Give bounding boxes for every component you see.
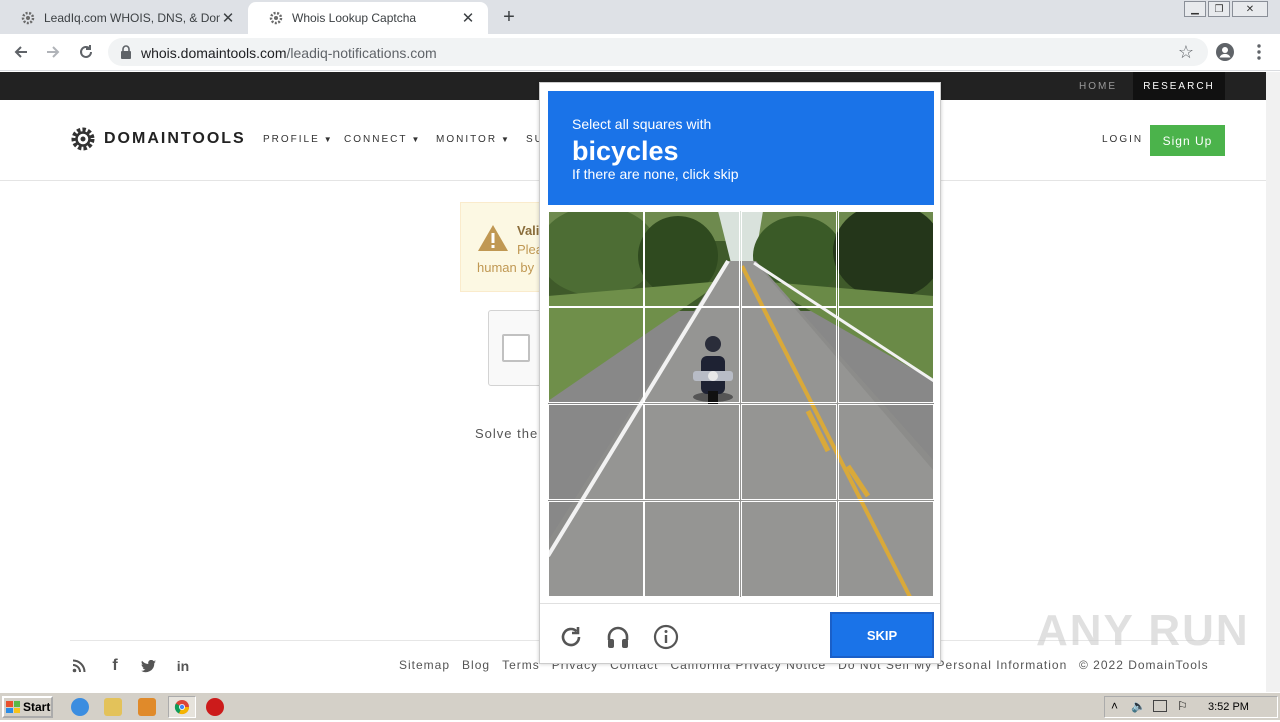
- lock-icon: [121, 45, 131, 59]
- volume-icon[interactable]: 🔈: [1131, 699, 1146, 713]
- tab-title: LeadIq.com WHOIS, DNS, & Domain: [44, 11, 220, 25]
- captcha-tile[interactable]: [838, 404, 934, 500]
- nav-label: CONNECT: [344, 134, 408, 145]
- page-scrollbar[interactable]: [1266, 72, 1280, 692]
- footer-link-blog[interactable]: Blog: [462, 658, 490, 672]
- anyrun-watermark: ANY RUN: [1036, 606, 1250, 655]
- domaintools-favicon-icon: [268, 10, 284, 26]
- reload-challenge-icon[interactable]: [558, 624, 584, 650]
- caret-down-icon: ▼: [323, 135, 334, 144]
- profile-icon[interactable]: [1214, 41, 1236, 63]
- captcha-tile[interactable]: [741, 307, 837, 403]
- notice-text: human by: [477, 260, 535, 275]
- tab-title: Whois Lookup Captcha: [292, 11, 417, 25]
- new-tab-button[interactable]: +: [498, 6, 520, 28]
- chrome-icon: [174, 700, 190, 715]
- url-path: /leadiq-notifications.com: [286, 45, 437, 61]
- notice-title: Vali: [517, 223, 540, 238]
- captcha-challenge-dialog: Select all squares with bicycles If ther…: [539, 82, 941, 664]
- caret-down-icon: ▼: [411, 135, 422, 144]
- show-hidden-icons-icon[interactable]: ˄: [1111, 699, 1118, 713]
- captcha-image-grid: [548, 211, 934, 597]
- reload-icon[interactable]: [75, 41, 97, 63]
- captcha-tile[interactable]: [548, 307, 644, 403]
- warning-icon: [478, 225, 508, 251]
- footer-link-sitemap[interactable]: Sitemap: [399, 658, 450, 672]
- windows-taskbar: Start ˄ 🔈 ⚐ 3:52 PM: [0, 692, 1280, 720]
- opera-icon[interactable]: [206, 698, 224, 716]
- research-link[interactable]: RESEARCH: [1133, 72, 1225, 100]
- forward-icon[interactable]: [42, 41, 64, 63]
- footer-link-terms[interactable]: Terms: [502, 658, 540, 672]
- nav-profile[interactable]: PROFILE ▼: [263, 134, 334, 145]
- captcha-tile[interactable]: [741, 404, 837, 500]
- home-link[interactable]: HOME: [1064, 72, 1132, 100]
- system-tray: ˄ 🔈 ⚐: [1104, 696, 1278, 718]
- captcha-tile[interactable]: [741, 501, 837, 597]
- action-center-flag-icon[interactable]: ⚐: [1177, 699, 1188, 713]
- recaptcha-checkbox[interactable]: [502, 334, 530, 362]
- windows-logo-icon: [6, 701, 20, 713]
- captcha-tile[interactable]: [644, 404, 740, 500]
- nav-connect[interactable]: CONNECT ▼: [344, 134, 421, 145]
- file-explorer-icon[interactable]: [104, 698, 122, 716]
- url-text: whois.domaintools.com/leadiq-notificatio…: [141, 45, 437, 61]
- copyright-text: © 2022 DomainTools: [1079, 658, 1209, 672]
- caret-down-icon: ▼: [501, 135, 511, 144]
- minimize-button[interactable]: ▁: [1184, 1, 1206, 17]
- captcha-tile[interactable]: [838, 307, 934, 403]
- domaintools-gear-icon: [71, 127, 95, 151]
- linkedin-icon[interactable]: in: [174, 657, 192, 675]
- captcha-tile[interactable]: [644, 501, 740, 597]
- start-label: Start: [23, 700, 51, 714]
- close-window-button[interactable]: ✕: [1232, 1, 1268, 17]
- restore-button[interactable]: ❐: [1208, 1, 1230, 17]
- captcha-tile[interactable]: [644, 307, 740, 403]
- chrome-taskbar-button[interactable]: [168, 696, 196, 718]
- tab-strip: LeadIq.com WHOIS, DNS, & Domain ✕ Whois …: [0, 0, 1280, 34]
- twitter-icon[interactable]: [139, 657, 157, 675]
- captcha-tile[interactable]: [548, 404, 644, 500]
- captcha-target-word: bicycles: [572, 136, 679, 166]
- url-host: whois.domaintools.com: [141, 45, 287, 61]
- info-icon[interactable]: [653, 624, 679, 650]
- taskbar-clock: 3:52 PM: [1208, 701, 1249, 713]
- network-icon[interactable]: [1153, 700, 1167, 712]
- media-player-icon[interactable]: [138, 698, 156, 716]
- browser-toolbar: whois.domaintools.com/leadiq-notificatio…: [0, 34, 1280, 71]
- signup-button[interactable]: Sign Up: [1150, 125, 1225, 156]
- facebook-icon[interactable]: f: [106, 657, 124, 675]
- address-bar[interactable]: whois.domaintools.com/leadiq-notificatio…: [108, 38, 1208, 66]
- captcha-tile[interactable]: [644, 211, 740, 307]
- menu-kebab-icon[interactable]: [1248, 41, 1270, 63]
- close-tab-icon[interactable]: ✕: [220, 10, 236, 27]
- solve-instruction: Solve the: [475, 426, 539, 441]
- captcha-hint: If there are none, click skip: [572, 166, 739, 182]
- captcha-tile[interactable]: [548, 211, 644, 307]
- captcha-tile[interactable]: [741, 211, 837, 307]
- domaintools-logo[interactable]: DOMAINTOOLS: [70, 126, 246, 152]
- logo-text: DOMAINTOOLS: [104, 130, 246, 147]
- captcha-tile[interactable]: [838, 501, 934, 597]
- close-tab-icon[interactable]: ✕: [460, 10, 476, 27]
- captcha-tile[interactable]: [548, 501, 644, 597]
- login-link[interactable]: LOGIN: [1102, 134, 1143, 145]
- captcha-footer: SKIP: [540, 603, 940, 665]
- nav-label: MONITOR: [436, 134, 498, 145]
- tab-captcha[interactable]: Whois Lookup Captcha ✕: [248, 2, 488, 34]
- nav-label: PROFILE: [263, 134, 320, 145]
- domaintools-favicon-icon: [20, 10, 36, 26]
- audio-challenge-icon[interactable]: [605, 624, 631, 650]
- bookmark-star-icon[interactable]: ☆: [1178, 42, 1194, 63]
- start-button[interactable]: Start: [2, 696, 53, 718]
- skip-button[interactable]: SKIP: [830, 612, 934, 658]
- captcha-instruction: Select all squares with: [572, 116, 712, 132]
- rss-icon[interactable]: [70, 657, 88, 675]
- nav-monitor[interactable]: MONITOR ▼: [436, 134, 511, 145]
- internet-explorer-icon[interactable]: [71, 698, 89, 716]
- captcha-tile[interactable]: [838, 211, 934, 307]
- captcha-header: Select all squares with bicycles If ther…: [548, 91, 934, 205]
- tab-leadiq[interactable]: LeadIq.com WHOIS, DNS, & Domain ✕: [0, 2, 248, 34]
- back-icon[interactable]: [10, 41, 32, 63]
